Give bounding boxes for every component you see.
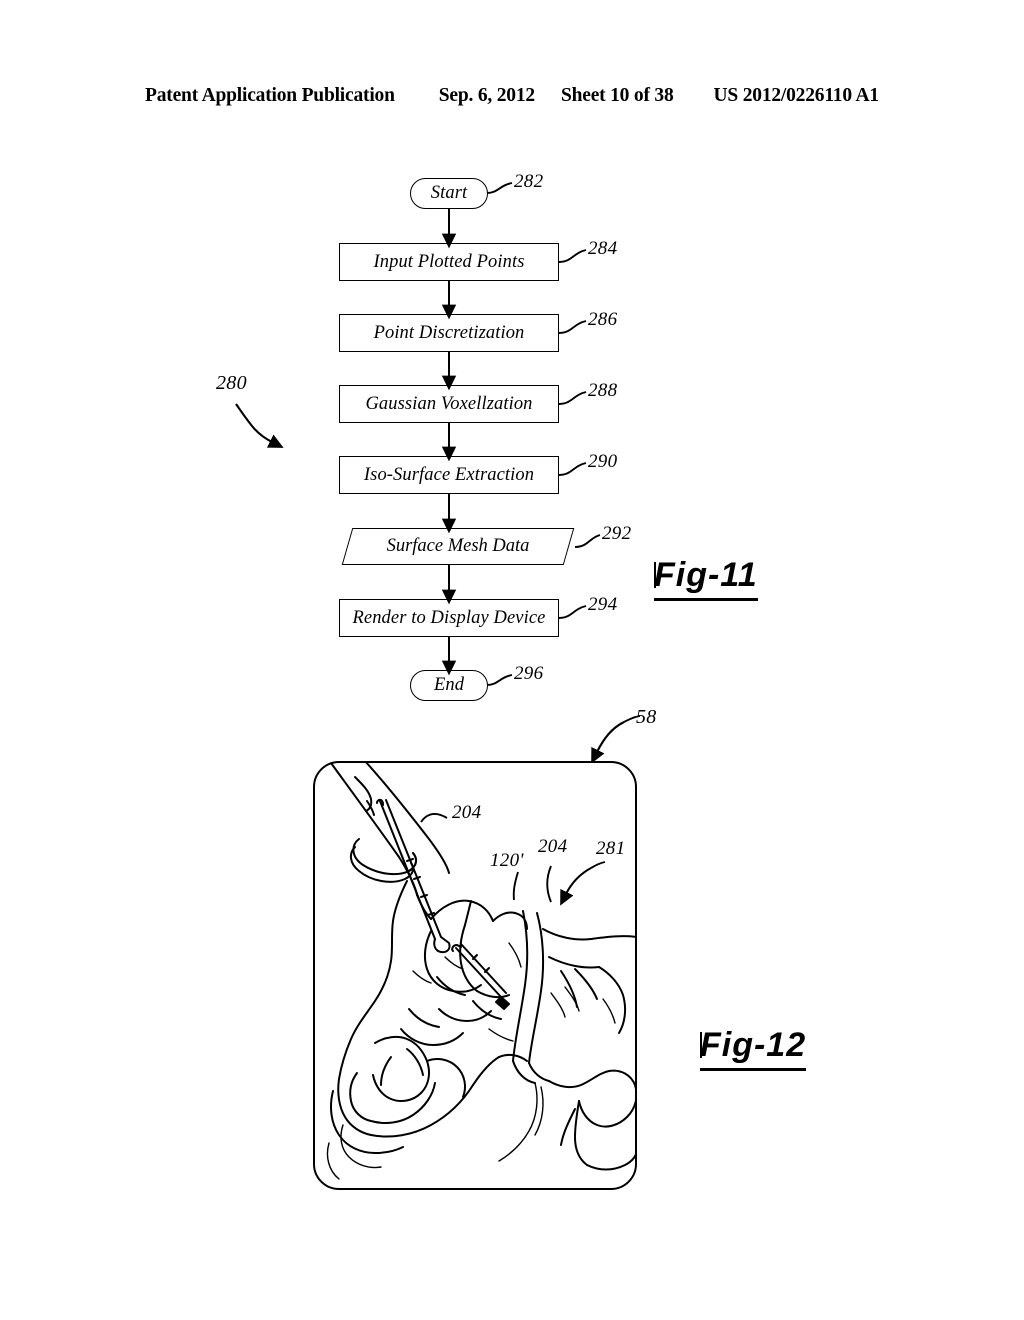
ref-290: 290 [588, 451, 618, 472]
ref-58: 58 [636, 706, 657, 728]
ref-120-prime: 120' [490, 850, 524, 871]
fig-12-caption-text: Fig-12 [700, 1026, 807, 1064]
flow-node-surface-mesh-data-label: Surface Mesh Data [386, 536, 530, 556]
header-sheet: Sheet 10 of 38 [560, 85, 674, 106]
flow-node-end: End [410, 670, 488, 701]
fig-12-illustration [313, 761, 637, 1190]
ref-294: 294 [588, 594, 618, 615]
flow-node-input-plotted-points-label: Input Plotted Points [373, 251, 525, 272]
flow-node-render-to-display-device: Render to Display Device [339, 599, 559, 637]
ref-280-arrow [235, 403, 284, 448]
flow-node-iso-surface-extraction-label: Iso-Surface Extraction [363, 464, 535, 485]
ref-204-middle: 204 [538, 836, 568, 857]
ref-282: 282 [514, 171, 544, 192]
ref-204-upper: 204 [452, 802, 482, 823]
flow-node-gaussian-voxellzation-label: Gaussian Voxellzation [365, 393, 533, 414]
ref-281: 281 [596, 838, 626, 859]
ref-296: 296 [514, 663, 544, 684]
ref-58-arrow [591, 721, 625, 764]
flow-node-iso-surface-extraction: Iso-Surface Extraction [339, 456, 559, 494]
ref-288: 288 [588, 380, 618, 401]
flow-node-surface-mesh-data: Surface Mesh Data [341, 528, 575, 565]
ref-284: 284 [588, 238, 618, 259]
ref-292: 292 [602, 523, 632, 544]
fig-12-caption: Fig-12 [700, 1026, 807, 1071]
flow-node-point-discretization-label: Point Discretization [373, 322, 525, 343]
flow-node-start-label: Start [430, 183, 468, 203]
flow-node-end-label: End [433, 675, 465, 695]
header-date: Sep. 6, 2012 [438, 85, 535, 106]
ref-286: 286 [588, 309, 618, 330]
fig-11-caption: Fig-11 [654, 556, 758, 601]
flow-node-point-discretization: Point Discretization [339, 314, 559, 352]
header-patent-number: US 2012/0226110 A1 [713, 85, 880, 106]
header-publication: Patent Application Publication [145, 85, 395, 106]
ref-280: 280 [216, 372, 247, 394]
fig-11-caption-text: Fig-11 [654, 556, 758, 594]
page-header: Patent Application Publication Sep. 6, 2… [0, 85, 1024, 115]
flow-node-render-to-display-device-label: Render to Display Device [352, 607, 546, 628]
flow-node-input-plotted-points: Input Plotted Points [339, 243, 559, 281]
flow-node-gaussian-voxellzation: Gaussian Voxellzation [339, 385, 559, 423]
flow-node-start: Start [410, 178, 488, 209]
